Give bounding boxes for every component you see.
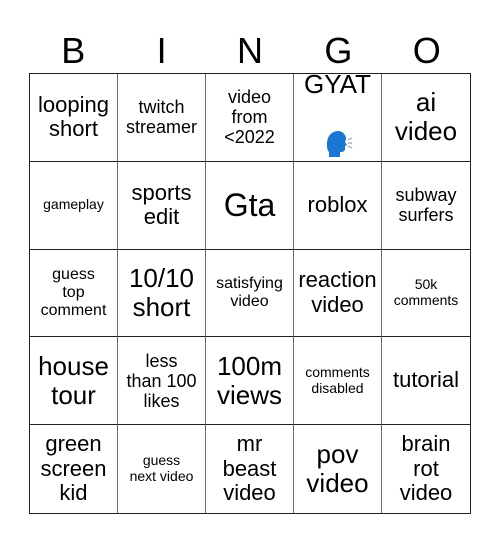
bingo-cell[interactable]: sports edit <box>118 161 206 250</box>
cell-label: green screen kid <box>40 431 107 506</box>
bingo-cell[interactable]: less than 100 likes <box>118 337 206 426</box>
bingo-cell[interactable]: guess top comment <box>30 249 118 338</box>
bingo-cell[interactable]: subway surfers <box>382 162 470 250</box>
header-letter-n: N <box>236 30 263 71</box>
bingo-cell[interactable]: green screen kid <box>30 425 118 513</box>
bingo-cell[interactable]: pov video <box>294 425 382 513</box>
bingo-cell[interactable]: 100m views <box>206 337 294 426</box>
bingo-cell[interactable]: gameplay <box>30 161 118 250</box>
cell-label: mr beast video <box>222 431 277 506</box>
cell-label: subway surfers <box>395 185 457 226</box>
bingo-cell[interactable]: roblox <box>294 161 382 250</box>
cell-label: roblox <box>307 191 368 217</box>
bingo-cell[interactable]: comments disabled <box>294 337 382 426</box>
bingo-cell[interactable]: reaction video <box>294 249 382 338</box>
header-letter-g: G <box>324 30 353 71</box>
cell-label: brain rot video <box>399 431 453 506</box>
cell-label: tutorial <box>392 367 460 393</box>
bingo-cell[interactable]: tutorial <box>382 337 470 426</box>
cell-label: sports edit <box>131 179 192 230</box>
bingo-cell[interactable]: guess next video <box>118 425 206 513</box>
bingo-cell[interactable]: mr beast video <box>206 425 294 513</box>
bingo-cell[interactable]: Gta <box>206 161 294 250</box>
bingo-header: B I N G O <box>29 28 471 73</box>
cell-label: GYAT <box>304 74 371 100</box>
cell-label: twitch streamer <box>125 97 197 138</box>
bingo-cell[interactable]: twitch streamer <box>118 74 206 162</box>
cell-label: ai video <box>394 87 458 147</box>
bingo-cell[interactable]: 50k comments <box>382 250 470 338</box>
cell-label: reaction video <box>298 267 377 317</box>
header-letter-o: O <box>412 30 441 71</box>
bingo-cell[interactable]: looping short <box>30 74 118 162</box>
cell-label: pov video <box>306 438 369 499</box>
cell-label: less than 100 likes <box>126 350 197 411</box>
cell-label: 100m views <box>216 350 283 410</box>
header-letter-i: I <box>156 30 167 71</box>
header-letter-b: B <box>61 30 86 71</box>
bingo-cell[interactable]: GYAT <box>294 74 382 162</box>
cell-label: guess next video <box>129 452 194 485</box>
cell-label: house tour <box>38 350 109 410</box>
cell-label: 10/10 short <box>128 262 195 322</box>
bingo-cell[interactable]: 10/10 short <box>118 249 206 338</box>
cell-label: video from <2022 <box>224 87 275 148</box>
bingo-cell[interactable]: video from <2022 <box>206 74 294 162</box>
cell-label: guess top comment <box>40 266 107 319</box>
cell-label: 50k comments <box>393 276 459 308</box>
bingo-cell[interactable]: ai video <box>382 74 470 162</box>
cell-label: looping short <box>38 91 109 142</box>
cell-label: satisfying video <box>216 275 283 310</box>
bingo-cell[interactable]: satisfying video <box>206 249 294 338</box>
speaking-head-icon <box>323 101 353 160</box>
bingo-board: looping short twitch streamer video from… <box>29 73 471 514</box>
bingo-cell[interactable]: house tour <box>30 337 118 426</box>
cell-label: comments disabled <box>305 364 370 396</box>
cell-label: gameplay <box>43 196 104 213</box>
cell-label: Gta <box>223 186 276 223</box>
bingo-cell[interactable]: brain rot video <box>382 425 470 513</box>
